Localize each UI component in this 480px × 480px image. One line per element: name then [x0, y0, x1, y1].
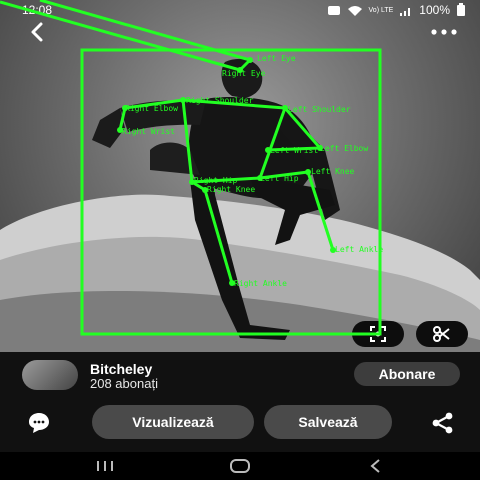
save-button[interactable]: Salvează	[264, 405, 392, 439]
home-icon	[230, 459, 250, 473]
signal-icon	[400, 7, 411, 16]
figure-head	[221, 58, 263, 98]
pin-photo[interactable]: 12:08 Vo) LTE 100%	[0, 0, 480, 352]
back-arrow-icon[interactable]	[26, 20, 50, 44]
photo-scene	[0, 58, 480, 352]
comment-icon[interactable]	[26, 410, 52, 436]
battery-text: 100%	[419, 3, 450, 17]
nav-home-button[interactable]	[225, 456, 255, 476]
follow-button[interactable]: Abonare	[354, 362, 460, 386]
battery-icon	[457, 3, 465, 16]
notification-icon	[327, 5, 340, 15]
avatar[interactable]	[22, 360, 78, 390]
recents-icon	[97, 461, 113, 471]
follower-count: 208 abonați	[90, 376, 158, 391]
visual-search-icon	[370, 326, 386, 342]
android-nav-bar	[0, 452, 480, 480]
nav-back-icon	[370, 459, 380, 473]
share-icon[interactable]	[430, 410, 456, 436]
nav-recents-button[interactable]	[90, 456, 120, 476]
visit-button[interactable]: Vizualizează	[92, 405, 254, 439]
wifi-icon	[347, 5, 362, 16]
status-bar: 12:08 Vo) LTE 100%	[0, 0, 480, 18]
network-text: Vo) LTE	[368, 6, 394, 14]
status-time: 12:08	[22, 3, 53, 17]
profile-name[interactable]: Bitcheley	[90, 361, 152, 377]
visual-search-button[interactable]	[352, 321, 404, 347]
nav-back-button[interactable]	[360, 456, 390, 476]
more-dots-icon[interactable]	[430, 22, 458, 42]
scissors-icon	[433, 326, 450, 342]
scissors-button[interactable]	[416, 321, 468, 347]
